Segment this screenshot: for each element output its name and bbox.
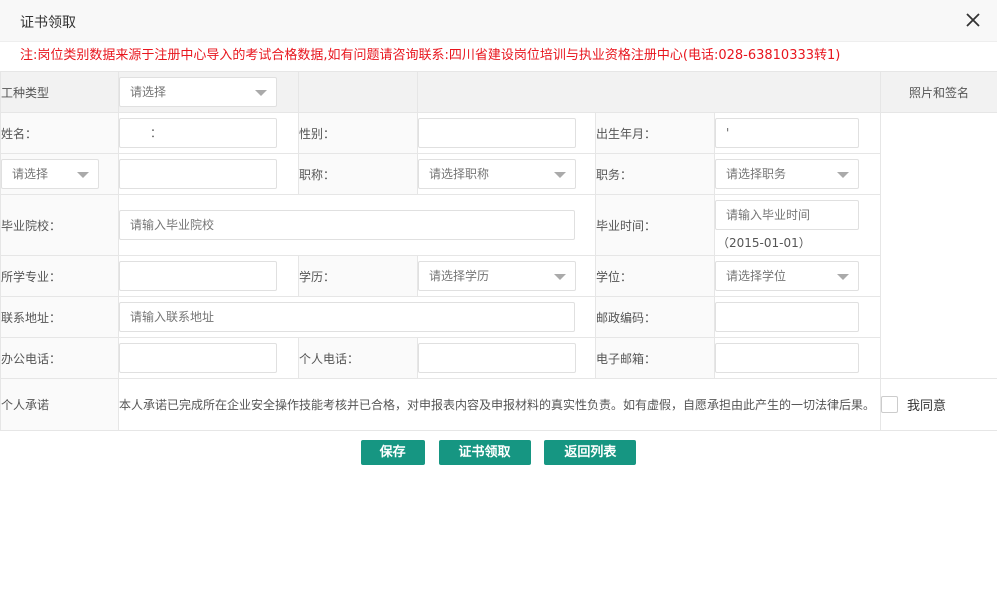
work-type-label: 工种类型 bbox=[0, 71, 119, 113]
mobile-label: 个人电话： bbox=[298, 337, 418, 379]
id-type-select[interactable]: 请选择 bbox=[1, 159, 99, 189]
gender-input[interactable] bbox=[418, 118, 576, 148]
title-rank-label: 职称： bbox=[298, 153, 418, 195]
education-label: 学历： bbox=[298, 255, 418, 297]
back-to-list-button[interactable]: 返回列表 bbox=[544, 440, 637, 465]
name-label: 姓名： bbox=[0, 112, 119, 154]
certificate-form: 工种类型 请选择 照片和签名 姓名： ： 性别： 出生年月： ' 请选择 职称： bbox=[0, 71, 997, 431]
id-type-value: 请选择 bbox=[12, 167, 49, 181]
major-label: 所学专业： bbox=[0, 255, 119, 297]
id-number-input[interactable] bbox=[119, 159, 277, 189]
chevron-down-icon bbox=[837, 274, 849, 280]
save-button[interactable]: 保存 bbox=[360, 440, 425, 465]
office-phone-label: 办公电话： bbox=[0, 337, 119, 379]
school-label: 毕业院校： bbox=[0, 194, 119, 256]
close-icon[interactable] bbox=[961, 8, 985, 32]
office-phone-input[interactable] bbox=[119, 343, 277, 373]
checkbox-icon[interactable] bbox=[881, 396, 899, 413]
email-label: 电子邮箱： bbox=[595, 337, 715, 379]
promise-label: 个人承诺 bbox=[0, 378, 119, 431]
degree-value: 请选择学位 bbox=[726, 269, 787, 283]
email-input[interactable] bbox=[715, 343, 859, 373]
work-type-select[interactable]: 请选择 bbox=[119, 77, 277, 107]
birth-input[interactable]: ' bbox=[715, 118, 859, 148]
address-label: 联系地址： bbox=[0, 296, 119, 338]
postcode-label: 邮政编码： bbox=[595, 296, 715, 338]
agree-label: 我同意 bbox=[907, 399, 947, 414]
chevron-down-icon bbox=[77, 172, 89, 178]
school-input[interactable]: 请输入毕业院校 bbox=[119, 210, 575, 240]
chevron-down-icon bbox=[837, 172, 849, 178]
education-value: 请选择学历 bbox=[429, 269, 490, 283]
dialog-header: 证书领取 bbox=[0, 0, 997, 42]
address-input[interactable]: 请输入联系地址 bbox=[119, 302, 575, 332]
agree-checkbox[interactable]: 我同意 bbox=[880, 378, 997, 431]
promise-text: 本人承诺已完成所在企业安全操作技能考核并已合格，对申报表内容及申报材料的真实性负… bbox=[117, 378, 882, 431]
mobile-input[interactable] bbox=[418, 343, 576, 373]
chevron-down-icon bbox=[255, 90, 267, 96]
chevron-down-icon bbox=[554, 172, 566, 178]
degree-label: 学位： bbox=[595, 255, 715, 297]
education-select[interactable]: 请选择学历 bbox=[418, 261, 576, 291]
title-rank-value: 请选择职称 bbox=[429, 167, 490, 181]
chevron-down-icon bbox=[554, 274, 566, 280]
action-bar: 保存 证书领取 返回列表 bbox=[0, 440, 997, 465]
position-select[interactable]: 请选择职务 bbox=[715, 159, 859, 189]
position-value: 请选择职务 bbox=[726, 167, 787, 181]
degree-select[interactable]: 请选择学位 bbox=[715, 261, 859, 291]
birth-label: 出生年月： bbox=[595, 112, 715, 154]
grad-time-label: 毕业时间： bbox=[595, 194, 715, 256]
major-input[interactable] bbox=[119, 261, 277, 291]
photo-signature-area bbox=[880, 112, 997, 379]
title-rank-select[interactable]: 请选择职称 bbox=[418, 159, 576, 189]
notice-text: 注:岗位类别数据来源于注册中心导入的考试合格数据,如有问题请咨询联系:四川省建设… bbox=[20, 48, 841, 63]
photo-signature-header: 照片和签名 bbox=[880, 71, 997, 113]
work-type-value: 请选择 bbox=[130, 85, 167, 99]
grad-time-input[interactable]: 请输入毕业时间 bbox=[715, 199, 859, 230]
name-input[interactable]: ： bbox=[119, 118, 277, 148]
gender-label: 性别： bbox=[298, 112, 418, 154]
position-label: 职务： bbox=[595, 153, 715, 195]
grad-time-hint: （2015-01-01） bbox=[717, 235, 811, 250]
receive-certificate-button[interactable]: 证书领取 bbox=[438, 440, 531, 465]
dialog-title: 证书领取 bbox=[20, 15, 76, 31]
postcode-input[interactable] bbox=[715, 302, 859, 332]
